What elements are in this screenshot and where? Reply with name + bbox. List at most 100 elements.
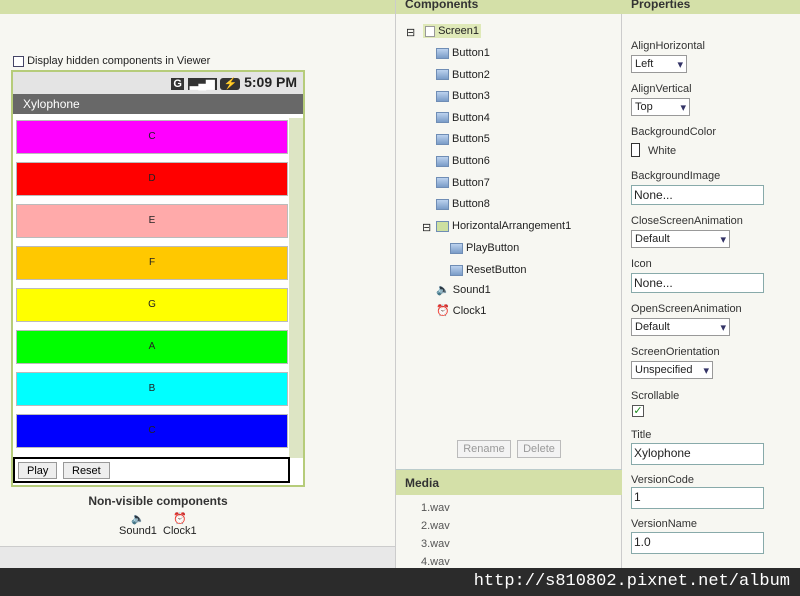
color-swatch[interactable] <box>631 143 640 157</box>
delete-button[interactable]: Delete <box>517 440 561 458</box>
prop-label: BackgroundColor <box>631 126 716 138</box>
version-name-input[interactable]: 1.0 <box>631 532 764 554</box>
tree-label: Button3 <box>452 90 490 103</box>
tree-item-button2[interactable]: Button2 <box>436 69 490 81</box>
viewer-header <box>0 0 395 14</box>
tree-item-screen1[interactable]: Screen1 <box>423 24 482 38</box>
media-file[interactable]: 3.wav <box>421 538 450 550</box>
clock-time: 5:09 PM <box>244 74 297 90</box>
checkbox-icon[interactable] <box>13 55 24 67</box>
prop-label: AlignVertical <box>631 83 692 95</box>
tree-item-button8[interactable]: Button8 <box>436 198 490 210</box>
checkbox-label: Display hidden components in Viewer <box>27 55 211 67</box>
signal-icon: ▂▄▆ <box>187 78 217 90</box>
viewer-panel: Display hidden components in Viewer G ▂▄… <box>0 0 395 568</box>
scrollable-checkbox[interactable]: ✓ <box>632 405 644 417</box>
nonvisible-label: Sound1 <box>119 525 157 537</box>
prop-label: CloseScreenAnimation <box>631 215 743 227</box>
status-bar: G ▂▄▆ ⚡ 5:09 PM <box>13 72 303 94</box>
components-header: Components <box>396 0 622 14</box>
prop-label: Scrollable <box>631 390 680 402</box>
button-icon <box>436 69 449 81</box>
battery-icon: ⚡ <box>220 78 241 90</box>
tree-item-button3[interactable]: Button3 <box>436 90 490 102</box>
tree-label: Button6 <box>452 155 490 167</box>
note-button-2[interactable]: D <box>16 162 288 196</box>
tree-item-sound1[interactable]: 🔈 Sound1 <box>436 283 491 296</box>
button-icon <box>436 133 449 145</box>
media-file[interactable]: 1.wav <box>421 502 450 514</box>
arrangement-icon <box>436 220 449 232</box>
horizontal-arrangement: Play Reset <box>13 457 290 483</box>
prop-label: AlignHorizontal <box>631 40 705 52</box>
note-button-1[interactable]: C <box>16 120 288 154</box>
open-animation-select[interactable]: Default <box>631 318 730 336</box>
app-title-bar: Xylophone <box>13 94 303 114</box>
tree-item-button7[interactable]: Button7 <box>436 177 490 189</box>
tree-item-button4[interactable]: Button4 <box>436 112 490 124</box>
network-icon: G <box>171 78 184 90</box>
tree-label: Button8 <box>452 198 490 211</box>
note-button-6[interactable]: A <box>16 330 288 364</box>
bg-color-value[interactable]: White <box>648 145 676 157</box>
tree-item-button6[interactable]: Button6 <box>436 155 490 167</box>
nonvisible-sound[interactable]: 🔈 Sound1 <box>119 512 157 537</box>
tree-label: Button1 <box>452 47 490 59</box>
alarm-clock-icon: ⏰ <box>436 305 450 317</box>
orientation-select[interactable]: Unspecified <box>631 361 713 379</box>
align-vertical-select[interactable]: Top <box>631 98 690 116</box>
note-button-5[interactable]: G <box>16 288 288 322</box>
scrollbar[interactable] <box>289 118 303 458</box>
align-horizontal-select[interactable]: Left <box>631 55 687 73</box>
speaker-icon: 🔈 <box>436 284 450 296</box>
button-icon <box>436 155 449 167</box>
components-panel: Components ⊟ Screen1 Button1 Button2 Butto… <box>395 0 622 586</box>
rename-button[interactable]: Rename <box>457 440 511 458</box>
watermark: http://s810802.pixnet.net/album <box>0 568 800 596</box>
tree-item-clock1[interactable]: ⏰ Clock1 <box>436 304 486 317</box>
tree-item-button1[interactable]: Button1 <box>436 47 490 59</box>
play-button[interactable]: Play <box>18 462 58 479</box>
alarm-clock-icon: ⏰ <box>172 513 187 525</box>
nonvisible-label: Clock1 <box>163 525 197 537</box>
tree-label: Screen1 <box>438 25 480 37</box>
prop-label: VersionCode <box>631 474 694 486</box>
tree-label: Button4 <box>452 111 490 124</box>
close-animation-select[interactable]: Default <box>631 230 730 248</box>
note-button-8[interactable]: C <box>16 414 288 448</box>
display-hidden-checkbox[interactable]: Display hidden components in Viewer <box>13 55 210 67</box>
prop-label: BackgroundImage <box>631 170 721 182</box>
button-icon <box>436 47 449 59</box>
collapse-icon[interactable]: ⊟ <box>406 26 415 39</box>
tree-label: Button5 <box>452 133 490 146</box>
media-file[interactable]: 2.wav <box>421 520 450 532</box>
prop-label: Title <box>631 429 652 441</box>
button-icon <box>436 90 449 102</box>
version-code-input[interactable]: 1 <box>631 487 764 509</box>
title-input[interactable]: Xylophone <box>631 443 764 465</box>
button-icon <box>436 177 449 189</box>
button-icon <box>436 112 449 124</box>
icon-input[interactable]: None... <box>631 273 764 293</box>
tree-item-arrangement[interactable]: HorizontalArrangement1 <box>436 220 571 232</box>
properties-header: Properties <box>622 0 800 14</box>
bg-image-input[interactable]: None... <box>631 185 764 205</box>
media-file[interactable]: 4.wav <box>421 556 450 568</box>
button-icon <box>436 198 449 210</box>
tree-item-playbutton[interactable]: PlayButton <box>450 242 519 254</box>
tree-item-button5[interactable]: Button5 <box>436 133 490 145</box>
note-button-4[interactable]: F <box>16 246 288 280</box>
button-icon <box>450 264 463 276</box>
note-button-7[interactable]: B <box>16 372 288 406</box>
button-icon <box>450 242 463 254</box>
tree-label: Clock1 <box>452 305 487 317</box>
note-button-3[interactable]: E <box>16 204 288 238</box>
screen-icon <box>425 25 435 37</box>
nonvisible-clock[interactable]: ⏰ Clock1 <box>163 512 197 537</box>
viewer-footer <box>0 546 395 568</box>
reset-button[interactable]: Reset <box>63 462 110 479</box>
collapse-icon[interactable]: ⊟ <box>422 221 431 234</box>
speaker-icon: 🔈 <box>131 513 145 525</box>
media-header: Media <box>396 469 622 495</box>
tree-item-resetbutton[interactable]: ResetButton <box>450 264 527 276</box>
